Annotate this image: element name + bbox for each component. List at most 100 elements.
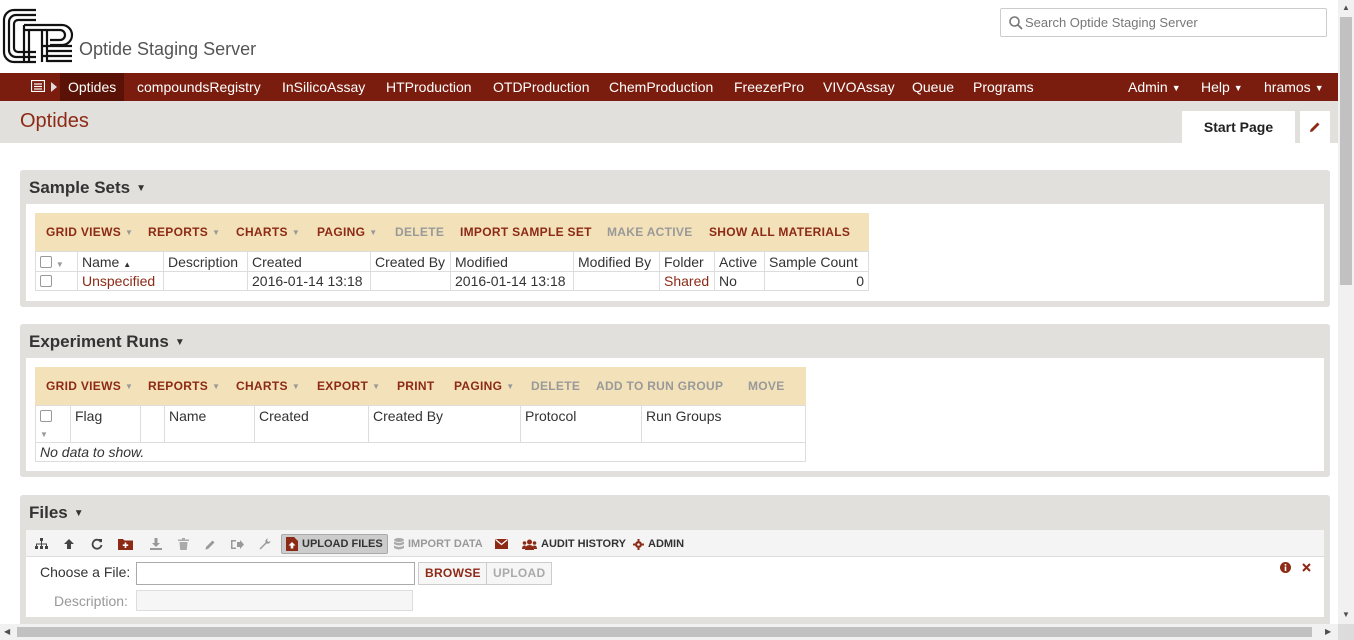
close-icon[interactable]: [1302, 563, 1311, 572]
select-all-checkbox[interactable]: [40, 410, 52, 422]
horizontal-scrollbar[interactable]: ◀ ▶: [0, 624, 1338, 640]
sample-sets-title[interactable]: Sample Sets ▼: [29, 178, 146, 198]
sample-set-name-link[interactable]: Unspecified: [77, 271, 164, 291]
choose-file-input[interactable]: [136, 562, 415, 585]
admin-menu[interactable]: Admin ▼: [1120, 73, 1189, 101]
column-header-folder[interactable]: Folder: [659, 251, 715, 272]
select-all-header[interactable]: ▼: [35, 405, 71, 443]
search-box[interactable]: [1000, 8, 1327, 37]
nav-item-htproduction[interactable]: HTProduction: [378, 73, 480, 101]
column-header-sample-count[interactable]: Sample Count: [764, 251, 869, 272]
optide-logo[interactable]: [2, 8, 74, 64]
files-admin-button[interactable]: ADMIN: [629, 534, 688, 554]
nav-item-compoundsregistry[interactable]: compoundsRegistry: [129, 73, 269, 101]
import-data-button[interactable]: IMPORT DATA: [390, 534, 487, 554]
description-input[interactable]: [136, 590, 413, 611]
show-all-materials-button[interactable]: SHOW ALL MATERIALS: [709, 225, 850, 239]
paging-button[interactable]: PAGING ▼: [454, 379, 514, 393]
help-menu[interactable]: Help ▼: [1193, 73, 1251, 101]
column-header-name[interactable]: Name ▲: [77, 251, 164, 272]
nav-item-queue[interactable]: Queue: [904, 73, 962, 101]
folder-tree-icon[interactable]: [33, 536, 49, 552]
edit-tab-button[interactable]: [1300, 111, 1330, 143]
caret-down-icon: ▼: [174, 337, 185, 348]
new-folder-icon[interactable]: [117, 536, 133, 552]
nav-item-freezerpro[interactable]: FreezerPro: [726, 73, 812, 101]
horizontal-scroll-thumb[interactable]: [17, 627, 1312, 637]
trash-icon[interactable]: [175, 536, 191, 552]
caret-down-icon: ▼: [1314, 83, 1324, 93]
scroll-left-arrow-icon[interactable]: ◀: [4, 628, 10, 636]
download-icon[interactable]: [148, 536, 164, 552]
files-title[interactable]: Files ▼: [29, 503, 84, 523]
column-header-flag[interactable]: Flag: [70, 405, 141, 443]
export-button[interactable]: EXPORT ▼: [317, 379, 380, 393]
paging-button[interactable]: PAGING ▼: [317, 225, 377, 239]
main-nav: Optides compoundsRegistry InSilicoAssay …: [0, 73, 1338, 101]
experiment-runs-body: GRID VIEWS ▼ REPORTS ▼ CHARTS ▼ EXPORT ▼ PRI…: [26, 358, 1324, 471]
modified-by-cell: [573, 271, 660, 291]
delete-button[interactable]: DELETE: [531, 379, 580, 393]
column-header-run-groups[interactable]: Run Groups: [641, 405, 806, 443]
column-header-modified[interactable]: Modified: [450, 251, 574, 272]
delete-button[interactable]: DELETE: [395, 225, 444, 239]
nav-item-chemproduction[interactable]: ChemProduction: [601, 73, 721, 101]
grid-views-button[interactable]: GRID VIEWS ▼: [46, 225, 133, 239]
column-header-active[interactable]: Active: [714, 251, 765, 272]
arrow-up-icon[interactable]: [61, 536, 77, 552]
user-menu[interactable]: hramos ▼: [1256, 73, 1332, 101]
charts-button[interactable]: CHARTS ▼: [236, 379, 300, 393]
column-header-protocol[interactable]: Protocol: [520, 405, 642, 443]
nav-item-programs[interactable]: Programs: [965, 73, 1042, 101]
column-header-name[interactable]: Name: [164, 405, 255, 443]
import-sample-set-button[interactable]: IMPORT SAMPLE SET: [460, 225, 592, 239]
nav-item-vivoassay[interactable]: VIVOAssay: [815, 73, 903, 101]
vertical-scroll-thumb[interactable]: [1340, 17, 1352, 285]
scroll-up-arrow-icon[interactable]: ▲: [1342, 4, 1350, 12]
project-menu-button[interactable]: [0, 73, 59, 101]
sample-sets-body: GRID VIEWS ▼ REPORTS ▼ CHARTS ▼ PAGING ▼ DEL…: [26, 204, 1324, 301]
make-active-button[interactable]: MAKE ACTIVE: [607, 225, 693, 239]
upload-files-button[interactable]: UPLOAD FILES: [281, 534, 388, 554]
nav-item-insilicoassay[interactable]: InSilicoAssay: [274, 73, 373, 101]
move-icon[interactable]: [229, 536, 245, 552]
pencil-icon[interactable]: [202, 536, 218, 552]
upload-button[interactable]: UPLOAD: [486, 562, 553, 585]
row-checkbox[interactable]: [40, 275, 52, 287]
scroll-right-arrow-icon[interactable]: ▶: [1325, 628, 1331, 636]
choose-file-label: Choose a File:: [40, 564, 131, 580]
select-all-header[interactable]: ▼: [35, 251, 78, 272]
scroll-down-arrow-icon[interactable]: ▼: [1342, 611, 1350, 619]
experiment-runs-title[interactable]: Experiment Runs ▼: [29, 332, 185, 352]
grid-views-button[interactable]: GRID VIEWS ▼: [46, 379, 133, 393]
info-icon[interactable]: [1280, 562, 1291, 573]
reports-button[interactable]: REPORTS ▼: [148, 225, 220, 239]
tab-start-page[interactable]: Start Page: [1182, 111, 1295, 143]
reports-button[interactable]: REPORTS ▼: [148, 379, 220, 393]
column-header-created[interactable]: Created: [247, 251, 371, 272]
column-header-modified-by[interactable]: Modified By: [573, 251, 660, 272]
caret-down-icon: ▼: [506, 382, 515, 391]
move-button[interactable]: MOVE: [748, 379, 785, 393]
sample-sets-panel: Sample Sets ▼ GRID VIEWS ▼ REPORTS ▼ CHARTS…: [20, 170, 1330, 307]
column-header-description[interactable]: Description: [163, 251, 248, 272]
print-button[interactable]: PRINT: [397, 379, 435, 393]
column-header-created-by[interactable]: Created By: [368, 405, 521, 443]
column-header-created[interactable]: Created: [254, 405, 369, 443]
audit-history-button[interactable]: AUDIT HISTORY: [518, 534, 630, 554]
column-header-created-by[interactable]: Created By: [370, 251, 451, 272]
select-all-checkbox[interactable]: [40, 255, 52, 268]
add-to-run-group-button[interactable]: ADD TO RUN GROUP: [596, 379, 723, 393]
email-icon[interactable]: [493, 536, 509, 552]
search-input[interactable]: [1023, 11, 1319, 34]
caret-right-icon: [51, 82, 57, 92]
users-icon: [522, 539, 537, 550]
nav-item-optides[interactable]: Optides: [60, 73, 125, 101]
charts-button[interactable]: CHARTS ▼: [236, 225, 300, 239]
wrench-icon[interactable]: [257, 536, 273, 552]
nav-item-otdproduction[interactable]: OTDProduction: [485, 73, 597, 101]
refresh-icon[interactable]: [89, 536, 105, 552]
browse-button[interactable]: BROWSE: [418, 562, 488, 585]
folder-link[interactable]: Shared: [659, 271, 715, 291]
vertical-scrollbar[interactable]: ▲ ▼: [1338, 0, 1354, 624]
